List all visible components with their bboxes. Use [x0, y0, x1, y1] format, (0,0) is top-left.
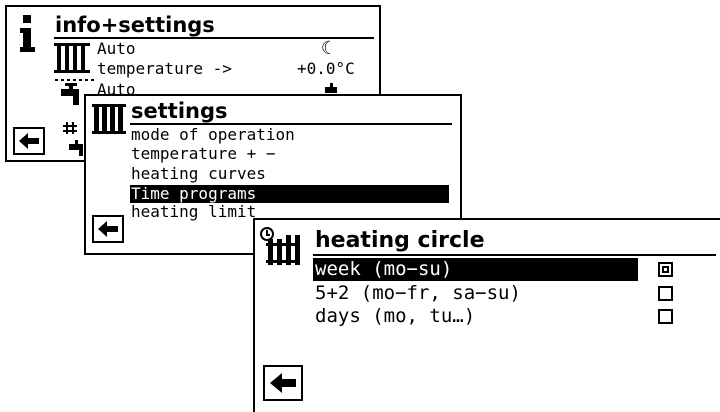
- panel-title: heating circle: [315, 228, 485, 253]
- option-label: 5+2 (mo−fr, sa−su): [315, 282, 521, 304]
- checkbox-week[interactable]: [658, 262, 673, 277]
- temperature-value: +0.0°C: [297, 59, 355, 78]
- radiator-icon: [54, 43, 90, 73]
- checkbox-days[interactable]: [658, 309, 673, 324]
- clock-radiator-icon: [260, 227, 300, 265]
- arrow-left-icon: [270, 373, 296, 393]
- info-row-label: temperature ->: [97, 59, 232, 78]
- arrow-left-icon: [98, 221, 118, 237]
- moon-icon: ☾: [321, 38, 332, 59]
- back-button[interactable]: [92, 215, 124, 243]
- title-underline: [313, 254, 716, 256]
- radiator-icon: [92, 104, 126, 134]
- option-label: week (mo−su): [315, 258, 453, 280]
- hash-icon: [63, 122, 77, 134]
- heating-circle-panel: heating circle week (mo−su) 5+2 (mo−fr, …: [253, 218, 720, 412]
- info-row-temperature[interactable]: temperature ->: [97, 61, 232, 77]
- checkbox-five-plus-two[interactable]: [658, 286, 673, 301]
- menu-item-temperature[interactable]: temperature + −: [131, 146, 276, 162]
- menu-item-time-programs[interactable]: Time programs: [130, 185, 449, 203]
- page-title: info+settings: [55, 13, 215, 37]
- arrow-left-icon: [19, 133, 39, 149]
- menu-item-heating-limit[interactable]: heating limit: [131, 204, 256, 220]
- menu-item-mode-of-operation[interactable]: mode of operation: [131, 127, 295, 143]
- option-label: days (mo, tu…): [315, 305, 476, 327]
- info-row-label: Auto: [97, 39, 136, 58]
- back-button[interactable]: [263, 365, 303, 401]
- dotted-divider: [55, 79, 95, 81]
- info-icon: [20, 15, 35, 52]
- tap-small-icon: [325, 83, 337, 93]
- panel-title: settings: [131, 99, 228, 123]
- option-week[interactable]: week (mo−su): [313, 258, 638, 281]
- back-button[interactable]: [13, 127, 45, 155]
- menu-item-heating-curves[interactable]: heating curves: [131, 166, 266, 182]
- info-row-mode[interactable]: Auto: [97, 41, 136, 57]
